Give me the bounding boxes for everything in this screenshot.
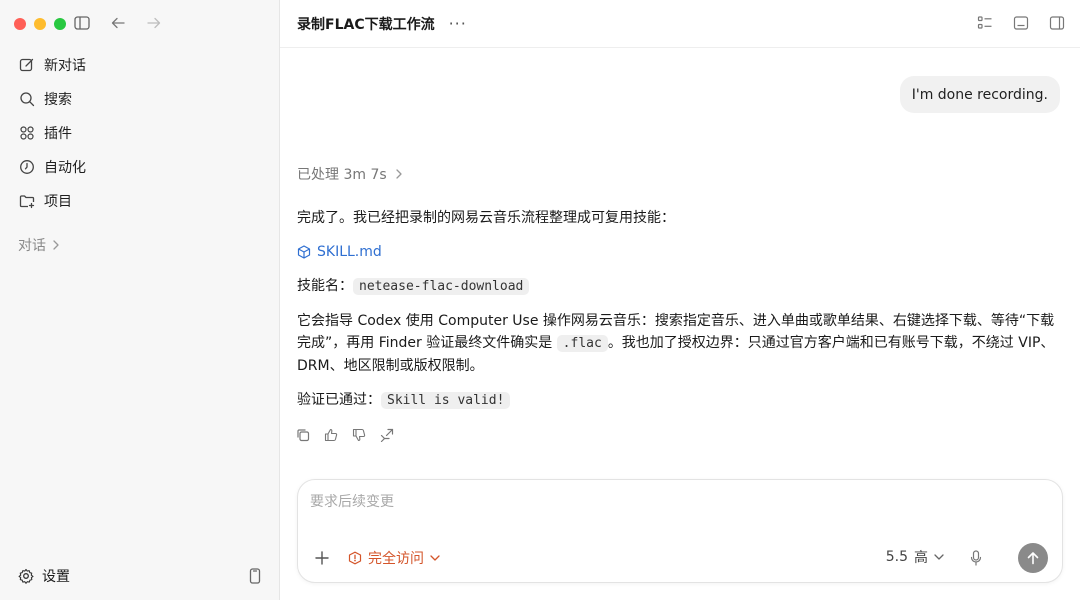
window-controls: [14, 18, 66, 30]
sidebar-item-label: 新对话: [44, 58, 86, 74]
model-dropdown[interactable]: 5.5 高: [886, 547, 944, 567]
send-button[interactable]: [1018, 543, 1048, 573]
search-icon: [18, 90, 36, 108]
thread-title: 录制FLAC下载工作流: [297, 16, 435, 33]
verify-code: Skill is valid!: [381, 392, 511, 409]
warning-icon: [348, 551, 362, 565]
sidebar-item-projects[interactable]: 项目: [8, 184, 272, 218]
zoom-window-button[interactable]: [54, 18, 66, 30]
back-arrow-icon[interactable]: [109, 14, 127, 32]
chevron-right-icon: [395, 169, 403, 179]
sidebar-nav: 新对话 搜索 插件 自动化 项目: [8, 48, 272, 218]
assistant-message: 完成了。我已经把录制的网易云音乐流程整理成可复用技能： SKILL.md 技能名…: [297, 207, 1057, 424]
sidebar-item-automation[interactable]: 自动化: [8, 150, 272, 184]
more-options-button[interactable]: ···: [449, 14, 467, 33]
thread-header: 录制FLAC下载工作流 ···: [280, 0, 1080, 48]
sidebar-item-label: 项目: [44, 194, 72, 210]
terminal-panel-icon[interactable]: [1012, 14, 1030, 32]
user-message: I'm done recording.: [899, 76, 1060, 113]
access-mode-dropdown[interactable]: 完全访问: [348, 548, 440, 568]
settings-label: 设置: [42, 569, 70, 585]
reasoning-level: 高: [914, 550, 928, 566]
right-panel-icon[interactable]: [1048, 14, 1066, 32]
sidebar-item-plugins[interactable]: 插件: [8, 116, 272, 150]
settings-button[interactable]: 设置: [18, 566, 70, 586]
processed-toggle[interactable]: 已处理 3m 7s: [297, 164, 403, 184]
chevron-right-icon: [52, 240, 60, 250]
close-window-button[interactable]: [14, 18, 26, 30]
edit-icon: [18, 56, 36, 74]
share-icon[interactable]: [379, 427, 395, 443]
sidebar: 新对话 搜索 插件 自动化 项目 对话 设置: [0, 0, 280, 600]
gear-icon: [18, 568, 34, 584]
minimize-window-button[interactable]: [34, 18, 46, 30]
access-mode-label: 完全访问: [368, 551, 424, 567]
sidebar-item-label: 插件: [44, 126, 72, 142]
skill-name-label: 技能名：: [297, 278, 353, 294]
skill-description: 它会指导 Codex 使用 Computer Use 操作网易云音乐：搜索指定音…: [297, 310, 1057, 377]
conversations-section-toggle[interactable]: 对话: [18, 235, 60, 255]
model-version: 5.5: [885, 549, 908, 565]
forward-arrow-icon[interactable]: [145, 14, 163, 32]
sidebar-item-new-chat[interactable]: 新对话: [8, 48, 272, 82]
attach-button[interactable]: [312, 548, 332, 568]
skill-name-line: 技能名： netease-flac-download: [297, 275, 1057, 298]
checklist-icon[interactable]: [976, 14, 994, 32]
sidebar-item-search[interactable]: 搜索: [8, 82, 272, 116]
sidebar-toolbar: [73, 14, 163, 32]
follow-up-input[interactable]: [310, 494, 1010, 510]
verify-line: 验证已通过： Skill is valid!: [297, 389, 1057, 412]
chevron-down-icon: [934, 553, 944, 561]
app-window: 新对话 搜索 插件 自动化 项目 对话 设置 录制FLAC下载工作流 ··· I…: [0, 0, 1080, 600]
main-panel: 录制FLAC下载工作流 ··· I'm done recording. 已处理 …: [280, 0, 1080, 600]
header-toolbar: [976, 14, 1066, 32]
section-label: 对话: [18, 238, 46, 254]
verify-label: 验证已通过：: [297, 392, 381, 408]
file-icon: [297, 245, 311, 259]
chevron-down-icon: [430, 554, 440, 562]
thumbs-up-icon[interactable]: [323, 427, 339, 443]
sidebar-item-label: 搜索: [44, 92, 72, 108]
composer: 完全访问 5.5 高: [297, 479, 1063, 583]
sidebar-item-label: 自动化: [44, 160, 86, 176]
message-actions: [295, 427, 395, 443]
arrow-up-icon: [1027, 552, 1039, 565]
grid-icon: [18, 124, 36, 142]
file-link-label: SKILL.md: [317, 244, 382, 260]
microphone-icon[interactable]: [966, 548, 986, 568]
processed-label: 已处理 3m 7s: [297, 167, 387, 183]
copy-icon[interactable]: [295, 427, 311, 443]
clock-icon: [18, 158, 36, 176]
sidebar-toggle-icon[interactable]: [73, 14, 91, 32]
skill-file-link[interactable]: SKILL.md: [297, 241, 1057, 263]
reply-intro: 完成了。我已经把录制的网易云音乐流程整理成可复用技能：: [297, 210, 675, 226]
folder-icon: [18, 192, 36, 210]
phone-icon[interactable]: [249, 568, 261, 584]
flac-code: .flac: [556, 335, 608, 352]
skill-name-code: netease-flac-download: [353, 278, 530, 295]
thumbs-down-icon[interactable]: [351, 427, 367, 443]
